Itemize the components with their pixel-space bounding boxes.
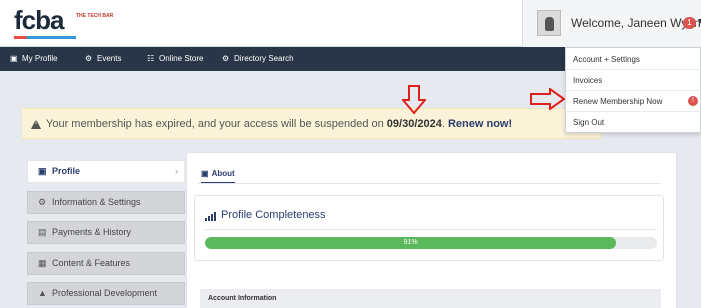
renew-now-link[interactable]: Renew now! <box>448 118 512 130</box>
id-card-icon: ▣ <box>10 54 18 63</box>
chevron-right-icon: › <box>175 166 178 176</box>
fcba-logo[interactable]: fcba THE TECH BAR <box>14 5 134 39</box>
completeness-title-text: Profile Completeness <box>221 209 326 221</box>
user-menu-toggle[interactable]: Welcome, Janeen Wynn 1 <box>522 0 701 47</box>
nav-label: My Profile <box>22 54 58 63</box>
menu-item-label: Invoices <box>573 76 603 85</box>
alert-message: Your membership has expired, and your ac… <box>46 118 387 130</box>
cogs-icon: ⚙ <box>85 54 93 63</box>
annotation-right-arrow-icon <box>530 88 566 110</box>
warning-icon <box>31 119 41 129</box>
id-card-icon: ▣ <box>38 166 47 176</box>
avatar[interactable] <box>537 10 561 36</box>
sidebar-item-content-features[interactable]: ▦ Content & Features <box>27 252 185 275</box>
menu-item-label: Account + Settings <box>573 55 640 64</box>
money-icon: ▤ <box>38 227 47 237</box>
tab-label: About <box>211 169 235 178</box>
id-card-icon: ▣ <box>201 169 209 178</box>
completeness-title: Profile Completeness <box>205 209 326 221</box>
menu-item-invoices[interactable]: Invoices <box>566 70 701 91</box>
sidebar-item-label: Information & Settings <box>52 197 141 207</box>
logo-text: fcba <box>14 5 64 35</box>
sidebar-item-profile[interactable]: ▣ Profile › <box>27 160 185 183</box>
progress-fill: 91% <box>205 237 617 249</box>
notification-badge: 1 <box>683 17 696 29</box>
nav-label: Events <box>97 54 122 63</box>
tab-about[interactable]: ▣ About <box>201 169 235 184</box>
progress-bar: 91% <box>205 237 657 249</box>
nav-label: Online Store <box>159 54 204 63</box>
logo-subtitle: THE TECH BAR <box>76 13 114 19</box>
annotation-down-arrow-icon <box>402 85 426 115</box>
sidebar-item-label: Payments & History <box>52 227 132 237</box>
alert-date: 09/30/2024 <box>386 118 442 130</box>
membership-alert: Your membership has expired, and your ac… <box>22 108 601 139</box>
site-header: fcba THE TECH BAR Welcome, Janeen Wynn 1 <box>0 0 701 47</box>
sidebar-item-information-settings[interactable]: ⚙ Information & Settings <box>27 191 185 214</box>
menu-item-label: Sign Out <box>573 118 605 127</box>
nav-events[interactable]: ⚙ Events <box>85 47 121 71</box>
sidebar-item-label: Content & Features <box>52 258 131 268</box>
alert-text: Your membership has expired, and your ac… <box>46 118 512 130</box>
card-divider <box>205 229 657 230</box>
menu-item-renew-membership[interactable]: Renew Membership Now! <box>566 91 701 112</box>
list-icon: ▦ <box>38 258 47 268</box>
sidebar-item-professional-development[interactable]: ▲ Professional Development <box>27 282 185 305</box>
sidebar-item-payments-history[interactable]: ▤ Payments & History <box>27 221 185 244</box>
cogs-icon: ⚙ <box>38 197 47 207</box>
profile-completeness-card: Profile Completeness 91% <box>194 195 664 261</box>
tab-divider <box>198 183 661 184</box>
cogs-icon: ⚙ <box>222 54 230 63</box>
nav-label: Directory Search <box>234 54 294 63</box>
alert-badge: ! <box>688 96 698 106</box>
menu-item-sign-out[interactable]: Sign Out <box>566 112 701 133</box>
cart-icon: ☷ <box>147 54 155 63</box>
graduation-cap-icon: ▲ <box>38 288 47 298</box>
welcome-text[interactable]: Welcome, Janeen Wynn <box>571 16 701 30</box>
sidebar-item-label: Profile <box>52 166 81 176</box>
user-dropdown-menu: Account + Settings Invoices Renew Member… <box>565 47 701 133</box>
menu-item-label: Renew Membership Now <box>573 97 663 106</box>
sidebar-item-label: Professional Development <box>52 288 158 298</box>
menu-item-account-settings[interactable]: Account + Settings <box>566 49 701 70</box>
nav-online-store[interactable]: ☷ Online Store <box>147 47 203 71</box>
account-information-header: Account Information <box>200 289 661 308</box>
nav-my-profile[interactable]: ▣ My Profile <box>10 47 58 71</box>
nav-directory-search[interactable]: ⚙ Directory Search <box>222 47 294 71</box>
logo-underline <box>14 36 76 39</box>
signal-bars-icon <box>205 209 217 221</box>
